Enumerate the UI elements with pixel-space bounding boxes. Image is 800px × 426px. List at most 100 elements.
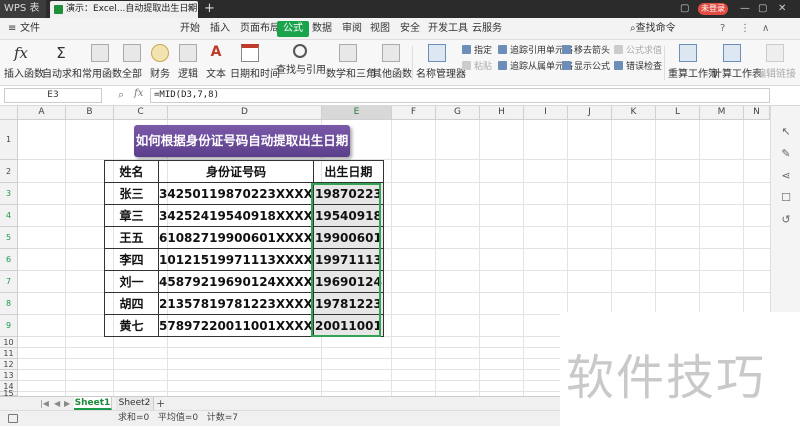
header-name[interactable]: 姓名 — [104, 160, 159, 183]
row-header[interactable]: 4 — [0, 205, 18, 227]
help-icon[interactable]: ? — [720, 18, 725, 40]
sheet-tab-2[interactable]: Sheet2 — [116, 397, 154, 410]
name-box[interactable]: E3 — [4, 88, 102, 103]
column-header[interactable]: I — [524, 106, 568, 120]
share-icon[interactable]: ⋖ — [780, 170, 792, 182]
row-header[interactable]: 8 — [0, 293, 18, 315]
column-header[interactable]: K — [612, 106, 656, 120]
financial-button[interactable]: 财务 — [148, 40, 172, 80]
cell-id[interactable]: 61082719900601XXXX — [158, 226, 314, 249]
other-functions-button[interactable]: 其他函数 — [372, 40, 412, 80]
edit-links-button[interactable]: 编辑链接 — [756, 40, 796, 80]
column-header[interactable]: A — [18, 106, 66, 120]
all-functions-button[interactable]: 全部 — [120, 40, 144, 80]
header-birth-date[interactable]: 出生日期 — [312, 160, 384, 183]
date-time-button[interactable]: 日期和时间 — [230, 40, 280, 80]
pointer-icon[interactable]: ↖ — [780, 126, 792, 138]
column-header[interactable]: D — [168, 106, 322, 120]
row-header[interactable]: 12 — [0, 359, 18, 370]
macro-record-icon[interactable] — [8, 414, 18, 423]
menu-home[interactable]: 开始 — [180, 18, 200, 40]
cell-id[interactable]: 10121519971113XXXX — [158, 248, 314, 271]
backup-icon[interactable]: ☐ — [780, 192, 792, 204]
menu-view[interactable]: 视图 — [370, 18, 390, 40]
cell-birth-date[interactable]: 19690124 — [312, 270, 384, 293]
error-checking-button[interactable]: 错误检查 — [614, 61, 662, 74]
common-functions-button[interactable]: 常用函数 — [82, 40, 122, 80]
document-tab[interactable]: 演示：Excel...自动提取出生日期 ✕ — [50, 1, 198, 18]
row-header[interactable]: 5 — [0, 227, 18, 249]
file-menu[interactable]: 文件 — [20, 18, 40, 40]
menu-formula[interactable]: 公式 — [277, 21, 309, 37]
menu-icon[interactable]: ≡ — [8, 18, 16, 40]
menu-review[interactable]: 审阅 — [342, 18, 362, 40]
close-window-icon[interactable]: ✕ — [778, 0, 786, 18]
cell-birth-date[interactable]: 20011001 — [312, 314, 384, 337]
cloud-icon[interactable]: ▢ — [680, 0, 689, 18]
autosum-button[interactable]: Σ 自动求和 — [42, 40, 82, 80]
row-header[interactable]: 3 — [0, 183, 18, 205]
menu-developer[interactable]: 开发工具 — [428, 18, 468, 40]
cell-name[interactable]: 张三 — [104, 182, 159, 205]
first-sheet-icon[interactable]: |◀ — [40, 397, 49, 410]
cell-birth-date[interactable]: 19540918 — [312, 204, 384, 227]
remove-arrows-button[interactable]: 移去箭头 — [562, 45, 610, 58]
cell-name[interactable]: 李四 — [104, 248, 159, 271]
close-tab-icon[interactable]: ✕ — [186, 1, 194, 18]
text-button[interactable]: A 文本 — [204, 40, 228, 80]
cell-id[interactable]: 34250119870223XXXX — [158, 182, 314, 205]
column-header[interactable]: H — [480, 106, 524, 120]
column-header[interactable]: J — [568, 106, 612, 120]
row-header[interactable]: 1 — [0, 120, 18, 160]
add-sheet-icon[interactable]: + — [156, 397, 165, 410]
properties-icon[interactable]: ✎ — [780, 148, 792, 160]
menu-page-layout[interactable]: 页面布局 — [240, 18, 280, 40]
column-header[interactable]: E — [322, 106, 392, 120]
select-all-corner[interactable] — [0, 106, 18, 120]
search-command[interactable]: ⌕查找命令 — [630, 18, 676, 40]
row-header[interactable]: 2 — [0, 160, 18, 183]
collapse-ribbon-icon[interactable]: ∧ — [762, 18, 769, 40]
formula-input[interactable]: =MID(D3,7,8) — [150, 88, 770, 103]
cell-id[interactable]: 21357819781223XXXX — [158, 292, 314, 315]
cell-birth-date[interactable]: 19781223 — [312, 292, 384, 315]
row-header[interactable]: 6 — [0, 249, 18, 271]
column-header[interactable]: F — [392, 106, 436, 120]
column-header[interactable]: M — [700, 106, 744, 120]
paste-name-button[interactable]: 粘贴 — [462, 61, 492, 74]
cell-name[interactable]: 黄七 — [104, 314, 159, 337]
name-manager-button[interactable]: 名称管理器 — [416, 40, 466, 80]
column-header[interactable]: C — [114, 106, 168, 120]
maximize-icon[interactable]: ▢ — [758, 0, 767, 18]
show-formulas-button[interactable]: 显示公式 — [562, 61, 610, 74]
cell-name[interactable]: 王五 — [104, 226, 159, 249]
column-header[interactable]: L — [656, 106, 700, 120]
login-button[interactable]: 未登录 — [698, 3, 728, 15]
lookup-reference-button[interactable]: 查找与引用 — [276, 40, 326, 76]
row-header[interactable]: 7 — [0, 271, 18, 293]
column-header[interactable]: B — [66, 106, 114, 120]
cell-birth-date[interactable]: 19900601 — [312, 226, 384, 249]
cell-birth-date[interactable]: 19870223 — [312, 182, 384, 205]
menu-insert[interactable]: 插入 — [210, 18, 230, 40]
cell-birth-date[interactable]: 19971113 — [312, 248, 384, 271]
row-header[interactable]: 11 — [0, 348, 18, 359]
specify-button[interactable]: 指定 — [462, 45, 492, 58]
sheet-tab-1[interactable]: Sheet1 — [74, 397, 112, 410]
evaluate-formula-button[interactable]: 公式求值 — [614, 45, 662, 58]
header-id-number[interactable]: 身份证号码 — [158, 160, 314, 183]
row-header[interactable]: 9 — [0, 315, 18, 337]
cell-id[interactable]: 34252419540918XXXX — [158, 204, 314, 227]
minimize-icon[interactable]: — — [740, 0, 750, 18]
new-tab-icon[interactable]: + — [204, 0, 215, 17]
cell-name[interactable]: 章三 — [104, 204, 159, 227]
logical-button[interactable]: 逻辑 — [176, 40, 200, 80]
cell-id[interactable]: 45879219690124XXXX — [158, 270, 314, 293]
next-sheet-icon[interactable]: ▶ — [64, 397, 70, 410]
row-header[interactable]: 10 — [0, 337, 18, 348]
cell-id[interactable]: 57897220011001XXXX — [158, 314, 314, 337]
cell-name[interactable]: 刘一 — [104, 270, 159, 293]
more-icon[interactable]: ⋮ — [740, 18, 750, 40]
wps-home-tab[interactable]: WPS 表格 — [0, 0, 46, 32]
menu-data[interactable]: 数据 — [312, 18, 332, 40]
